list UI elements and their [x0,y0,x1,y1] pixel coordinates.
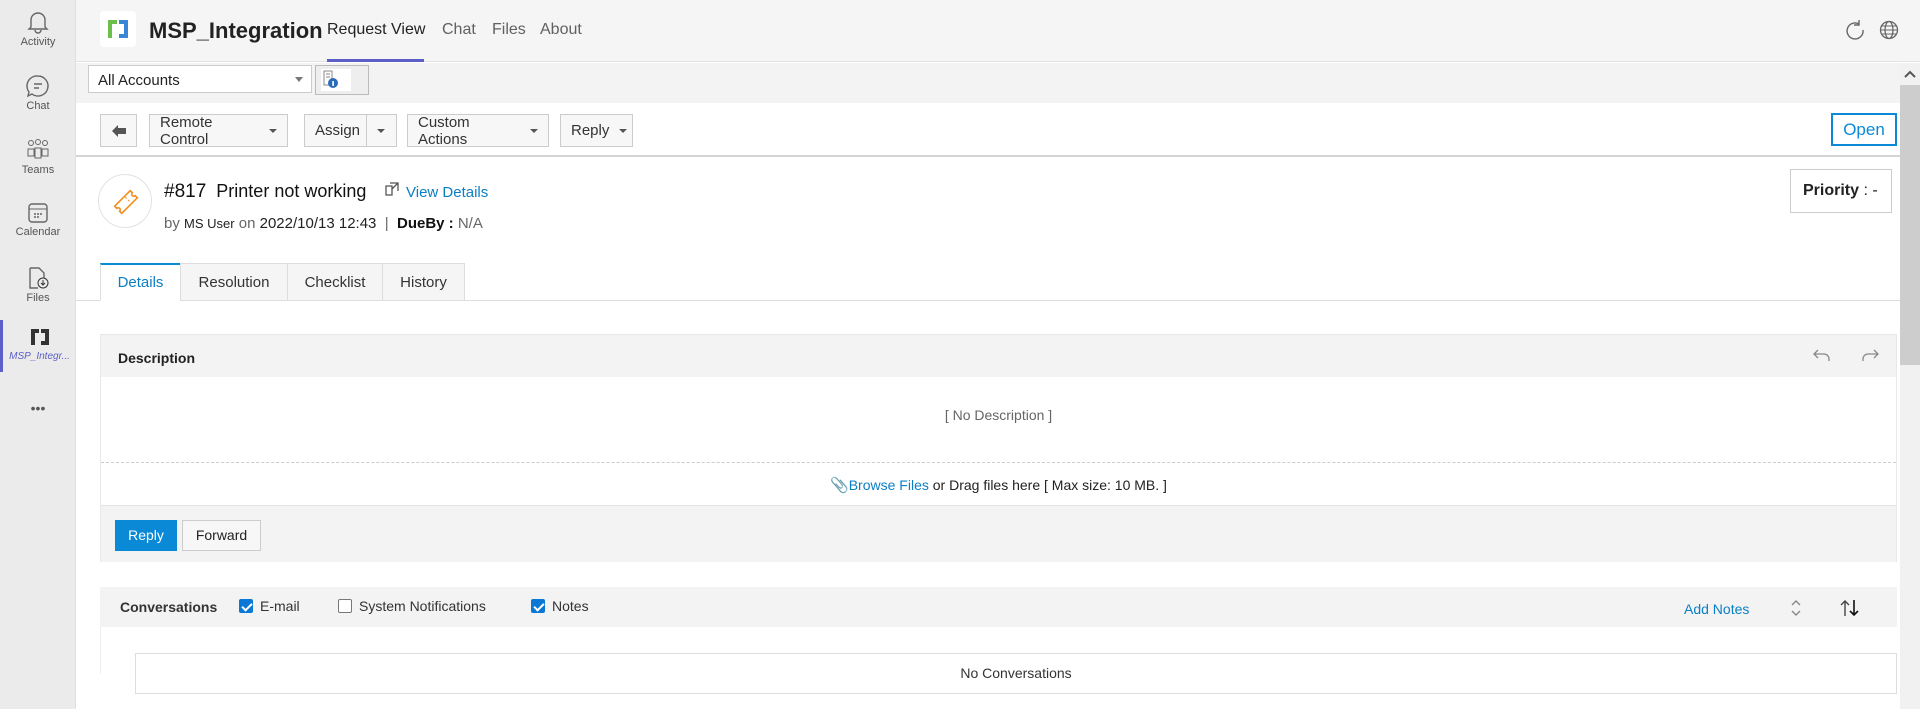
scrollbar-thumb[interactable] [1900,85,1920,365]
conversations-title: Conversations [120,599,218,615]
app-logo [100,11,136,47]
app-header: MSP_Integration Request View Chat Files … [76,0,1920,62]
ticket-meta: by MS User on 2022/10/13 12:43 | DueBy :… [164,215,483,232]
add-notes-link[interactable]: Add Notes [1684,601,1749,617]
redo-icon[interactable] [1861,347,1879,363]
caret-down-icon [619,128,628,133]
status-open-button[interactable]: Open [1831,113,1897,146]
ticket-id: #817 [164,181,207,202]
ticket-icon [98,174,152,228]
scroll-up-icon[interactable] [1904,70,1916,78]
app-title: MSP_Integration [149,18,323,43]
back-button[interactable] [100,114,137,147]
forward-button[interactable]: Forward [182,520,261,551]
view-details-link[interactable]: View Details [406,184,488,201]
assign-button[interactable]: Assign [304,114,367,147]
description-header: Description [101,335,1896,377]
chat-icon [26,75,49,98]
globe-icon[interactable] [1878,19,1900,41]
checkbox-unchecked[interactable] [338,599,352,613]
caret-down-icon [377,128,385,133]
priority-box: Priority : - [1790,169,1892,213]
teams-icon [27,139,49,159]
requester[interactable]: MS User [184,216,235,231]
conversations-bar: Conversations E-mail System Notification… [100,587,1897,627]
caret-down-icon [530,128,538,133]
calendar-icon [28,203,48,223]
refresh-icon[interactable] [1842,19,1864,41]
attachment-row: 📎Browse Files or Drag files here [ Max s… [830,477,1167,494]
rail-files[interactable]: Files [0,260,76,320]
browse-files-link[interactable]: Browse Files [849,477,929,493]
undo-icon[interactable] [1813,347,1831,363]
email-filter-checkbox[interactable]: E-mail [239,598,300,614]
rail-teams[interactable]: Teams [0,132,76,192]
accounts-dropdown[interactable]: All Accounts [88,65,312,93]
assign-dropdown-button[interactable] [366,114,397,147]
expand-collapse-icon[interactable] [1790,599,1802,617]
tab-resolution[interactable]: Resolution [180,263,288,301]
caret-down-icon [269,128,277,133]
scrollbar[interactable] [1900,63,1920,709]
dashed-divider [101,462,1896,463]
reply-bar: Reply Forward [101,505,1896,562]
notes-filter-checkbox[interactable]: Notes [531,598,589,614]
arrow-left-icon [111,124,126,137]
active-tab-indicator [327,59,424,62]
rail-msp-integration[interactable]: MSP_Integr... [0,320,76,372]
checkbox-checked[interactable] [239,599,253,613]
reply-button[interactable]: Reply [115,520,177,551]
no-conversations-message: No Conversations [135,653,1897,694]
tab-details[interactable]: Details [100,263,181,301]
ticket-subject: Printer not working [216,181,367,201]
rail-calendar[interactable]: Calendar [0,196,76,256]
app-rail: Activity Chat Teams Calendar Files MSP_I… [0,0,76,709]
reply-menu-button[interactable]: Reply [560,114,633,147]
description-panel: Description [ No Description ] 📎Browse F… [100,334,1897,562]
chevron-down-icon [295,77,303,82]
remote-control-button[interactable]: Remote Control [149,114,288,148]
info-document-icon [321,69,351,91]
rail-chat[interactable]: Chat [0,68,76,128]
custom-actions-button[interactable]: Custom Actions [407,114,549,148]
more-apps-button[interactable]: ••• [0,400,76,460]
tab-checklist[interactable]: Checklist [287,263,383,301]
created-date: 2022/10/13 12:43 [259,215,377,232]
account-bar: All Accounts [76,63,1900,103]
account-info-button[interactable] [315,65,369,95]
app-icon [30,329,49,345]
tab-history[interactable]: History [382,263,465,301]
ticket-title: #817 Printer not working [164,181,366,203]
request-toolbar: Remote Control Assign Custom Actions Rep… [76,103,1900,157]
sort-order-icon[interactable] [1840,599,1860,617]
files-icon [29,267,49,289]
tab-files[interactable]: Files [492,21,526,39]
tab-chat[interactable]: Chat [442,21,476,39]
paperclip-icon: 📎 [830,477,849,494]
checkbox-checked[interactable] [531,599,545,613]
bell-icon [27,12,49,34]
description-empty: [ No Description ] [944,407,1053,423]
system-notifications-checkbox[interactable]: System Notifications [338,598,486,614]
panel-edge [100,627,101,674]
tab-about[interactable]: About [540,21,582,39]
tab-request-view[interactable]: Request View [327,21,425,39]
external-link-icon [385,182,399,196]
rail-activity[interactable]: Activity [0,4,76,64]
